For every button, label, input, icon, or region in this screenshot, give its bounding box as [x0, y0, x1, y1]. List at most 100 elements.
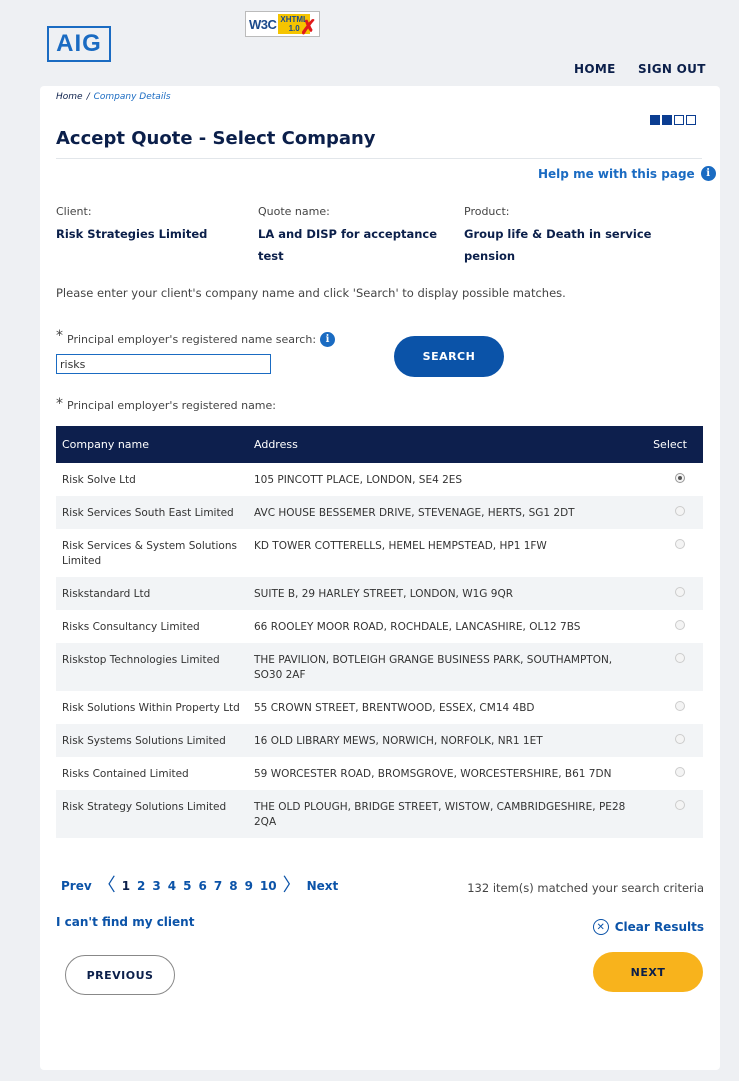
- company-name-cell: Risk Services & System Solutions Limited: [62, 540, 237, 567]
- address-cell: SUITE B, 29 HARLEY STREET, LONDON, W1G 9…: [254, 588, 514, 600]
- pagination-page-8[interactable]: 8: [229, 879, 237, 893]
- nav-signout-link[interactable]: SIGN OUT: [638, 62, 706, 76]
- content-card: Home / Company Details Accept Quote - Sele…: [40, 86, 720, 1070]
- select-radio[interactable]: [675, 587, 685, 597]
- pagination-prev-link[interactable]: Prev: [61, 879, 92, 893]
- pagination-page-7[interactable]: 7: [214, 879, 222, 893]
- clear-results-label: Clear Results: [614, 920, 704, 934]
- registered-name-label-text: Principal employer's registered name:: [67, 399, 276, 412]
- table-row[interactable]: Risk Strategy Solutions Limited THE OLD P…: [56, 790, 703, 838]
- nav-home-link[interactable]: HOME: [574, 62, 616, 76]
- xhtml-line2: 1.0: [288, 24, 300, 33]
- match-count: 132 item(s) matched your search criteria: [467, 881, 704, 895]
- quote-info: Quote name: LA and DISP for acceptance t…: [258, 201, 453, 267]
- clear-results-link[interactable]: ✕ Clear Results: [592, 919, 704, 935]
- help-label: Help me with this page: [538, 166, 695, 181]
- table-header: Company name Address Select: [56, 426, 703, 463]
- company-results-table: Company name Address Select Risk Solve L…: [56, 426, 703, 838]
- search-label: * Principal employer's registered name s…: [56, 328, 336, 347]
- select-cell: [646, 757, 703, 780]
- pagination-page-6[interactable]: 6: [198, 879, 206, 893]
- required-star: *: [56, 328, 63, 344]
- company-name-cell: Risk Services South East Limited: [62, 507, 234, 519]
- progress-steps: [650, 115, 696, 125]
- product-value: Group life & Death in service pension: [464, 227, 652, 263]
- select-radio[interactable]: [675, 473, 685, 483]
- address-cell: 105 PINCOTT PLACE, LONDON, SE4 2ES: [254, 474, 463, 486]
- select-radio[interactable]: [675, 620, 685, 630]
- select-cell: [646, 610, 703, 633]
- breadcrumb-home-link[interactable]: Home: [56, 92, 83, 102]
- company-name-cell: Risk Strategy Solutions Limited: [62, 801, 227, 813]
- table-row[interactable]: Risk Services & System Solutions Limited…: [56, 529, 703, 577]
- table-row[interactable]: Risk Services South East Limited AVC HOUS…: [56, 496, 703, 529]
- table-body: Risk Solve Ltd 105 PINCOTT PLACE, LONDON,…: [56, 463, 703, 838]
- select-radio[interactable]: [675, 734, 685, 744]
- product-info: Product: Group life & Death in service p…: [464, 201, 674, 267]
- select-radio[interactable]: [675, 800, 685, 810]
- table-row[interactable]: Risks Contained Limited 59 WORCESTER ROAD…: [56, 757, 703, 790]
- table-row[interactable]: Risk Solve Ltd 105 PINCOTT PLACE, LONDON,…: [56, 463, 703, 496]
- previous-button[interactable]: PREVIOUS: [65, 955, 175, 995]
- clear-icon: ✕: [592, 919, 609, 935]
- pagination-page-5[interactable]: 5: [183, 879, 191, 893]
- page: AIG W3C XHTML 1.0 ✗ HOME SIGN OUT Home / C…: [0, 0, 739, 1081]
- pagination-page-4[interactable]: 4: [168, 879, 176, 893]
- search-input[interactable]: [56, 354, 271, 374]
- chevron-left-icon[interactable]: 〈: [98, 877, 116, 895]
- company-name-cell: Riskstandard Ltd: [62, 588, 151, 600]
- search-button[interactable]: SEARCH: [394, 336, 504, 377]
- address-cell: 59 WORCESTER ROAD, BROMSGROVE, WORCESTER…: [254, 768, 612, 780]
- progress-step-1: [650, 115, 660, 125]
- search-info-icon[interactable]: i: [320, 331, 336, 347]
- table-row[interactable]: Riskstop Technologies Limited THE PAVILIO…: [56, 643, 703, 691]
- address-cell: KD TOWER COTTERELLS, HEMEL HEMPSTEAD, HP…: [254, 540, 547, 552]
- breadcrumb-separator: /: [86, 92, 90, 102]
- pagination-page-1[interactable]: 1: [122, 879, 130, 893]
- breadcrumb: Home / Company Details: [56, 92, 171, 102]
- address-cell: 66 ROOLEY MOOR ROAD, ROCHDALE, LANCASHIR…: [254, 621, 581, 633]
- chevron-right-icon[interactable]: 〉: [283, 877, 301, 895]
- table-row[interactable]: Riskstandard Ltd SUITE B, 29 HARLEY STREE…: [56, 577, 703, 610]
- aig-logo[interactable]: AIG: [47, 26, 111, 62]
- client-info: Client: Risk Strategies Limited: [56, 201, 246, 245]
- help-link[interactable]: Help me with this page i: [538, 166, 716, 181]
- select-radio[interactable]: [675, 701, 685, 711]
- pagination-page-2[interactable]: 2: [137, 879, 145, 893]
- header: AIG W3C XHTML 1.0 ✗ HOME SIGN OUT: [0, 0, 739, 88]
- pagination-page-10[interactable]: 10: [260, 879, 277, 893]
- select-radio[interactable]: [675, 506, 685, 516]
- company-name-cell: Riskstop Technologies Limited: [62, 654, 220, 666]
- registered-name-label: * Principal employer's registered name:: [56, 396, 276, 415]
- table-row[interactable]: Risks Consultancy Limited 66 ROOLEY MOOR …: [56, 610, 703, 643]
- breadcrumb-current: Company Details: [93, 92, 171, 102]
- select-radio[interactable]: [675, 767, 685, 777]
- pagination-page-9[interactable]: 9: [245, 879, 253, 893]
- company-name-cell: Risk Solutions Within Property Ltd: [62, 702, 240, 714]
- select-cell: [646, 643, 703, 666]
- next-button[interactable]: NEXT: [593, 952, 703, 992]
- column-select: Select: [653, 438, 687, 451]
- select-cell: [646, 577, 703, 600]
- pagination-page-3[interactable]: 3: [152, 879, 160, 893]
- quote-name-value: LA and DISP for acceptance test: [258, 227, 438, 263]
- company-name-cell: Risks Contained Limited: [62, 768, 189, 780]
- instruction-text: Please enter your client's company name …: [56, 286, 566, 300]
- address-cell: THE OLD PLOUGH, BRIDGE STREET, WISTOW, C…: [254, 801, 626, 828]
- select-cell: [646, 529, 703, 552]
- cant-find-client-link[interactable]: I can't find my client: [56, 915, 194, 929]
- client-value: Risk Strategies Limited: [56, 227, 208, 241]
- address-cell: 55 CROWN STREET, BRENTWOOD, ESSEX, CM14 …: [254, 702, 535, 714]
- progress-step-3: [674, 115, 684, 125]
- w3c-text: W3C: [249, 16, 277, 32]
- table-row[interactable]: Risk Solutions Within Property Ltd 55 CRO…: [56, 691, 703, 724]
- progress-step-2: [662, 115, 672, 125]
- search-label-text: Principal employer's registered name sea…: [67, 332, 317, 346]
- select-radio[interactable]: [675, 653, 685, 663]
- cross-icon: ✗: [300, 17, 317, 39]
- column-address: Address: [254, 438, 298, 451]
- select-radio[interactable]: [675, 539, 685, 549]
- pagination-next-link[interactable]: Next: [307, 879, 339, 893]
- address-cell: THE PAVILION, BOTLEIGH GRANGE BUSINESS P…: [254, 654, 613, 681]
- table-row[interactable]: Risk Systems Solutions Limited 16 OLD LIB…: [56, 724, 703, 757]
